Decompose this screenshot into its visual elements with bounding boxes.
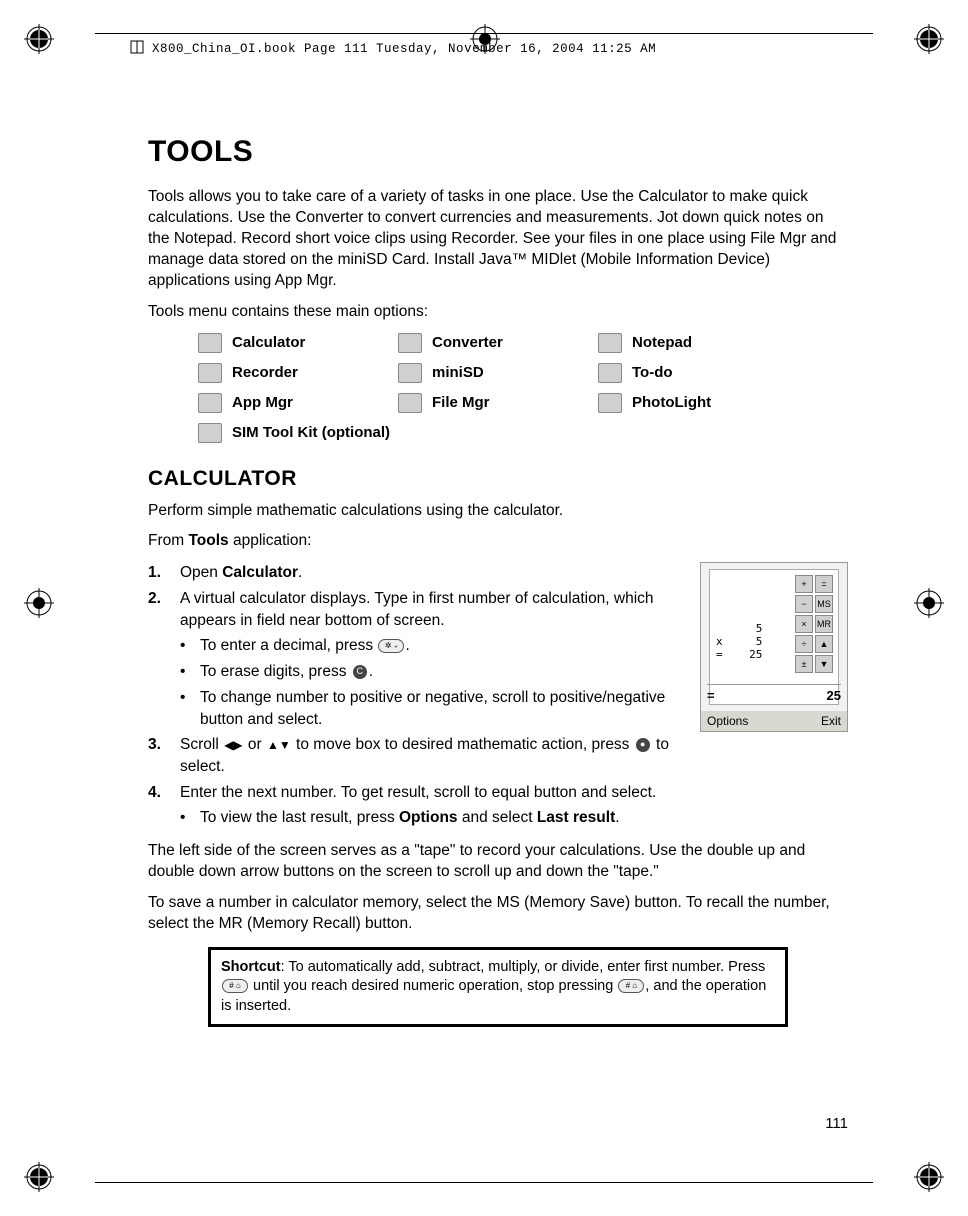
filemgr-icon (398, 393, 422, 413)
calc-key: ▲ (815, 635, 833, 653)
hash-key-icon: # ⌂ (618, 979, 644, 993)
left-right-arrows-icon: ◀▶ (224, 737, 242, 754)
appmgr-icon (198, 393, 222, 413)
tool-label: Notepad (632, 334, 692, 351)
page-title: TOOLS (148, 135, 848, 169)
minisd-icon (398, 363, 422, 383)
header-rule (95, 33, 873, 34)
photolight-icon (598, 393, 622, 413)
recorder-icon (198, 363, 222, 383)
crop-mark-icon (24, 24, 54, 54)
calc-key: ± (795, 655, 813, 673)
calc-key: MS (815, 595, 833, 613)
calculator-icon (198, 333, 222, 353)
softkey-exit: Exit (821, 714, 841, 728)
tool-label: PhotoLight (632, 394, 711, 411)
calc-tape: 5 x 5 = 25 (716, 622, 762, 661)
tool-label: Converter (432, 334, 503, 351)
tool-label: To-do (632, 364, 673, 381)
calc-key: ▼ (815, 655, 833, 673)
step-1: Open Calculator. (180, 562, 302, 584)
crop-mark-icon (24, 588, 54, 618)
memory-paragraph: To save a number in calculator memory, s… (148, 893, 848, 935)
intro-paragraph: Tools allows you to take care of a varie… (148, 187, 848, 292)
hash-key-icon: # ⌂ (222, 979, 248, 993)
calc-key: = (815, 575, 833, 593)
calc-key: × (795, 615, 813, 633)
menu-intro: Tools menu contains these main options: (148, 302, 848, 323)
calc-key: MR (815, 615, 833, 633)
calc-result: = 25 (707, 684, 841, 703)
center-key-icon: ● (636, 738, 650, 752)
tape-paragraph: The left side of the screen serves as a … (148, 841, 848, 883)
calc-keypad: + = − MS × MR ÷ ▲ ± ▼ (795, 575, 833, 673)
step-4: Enter the next number. To get result, sc… (180, 782, 656, 804)
softkey-options: Options (707, 714, 748, 728)
calc-key: ÷ (795, 635, 813, 653)
tool-label: File Mgr (432, 394, 490, 411)
step-2: A virtual calculator displays. Type in f… (180, 588, 688, 631)
crop-mark-icon (914, 24, 944, 54)
calculator-screenshot: + = − MS × MR ÷ ▲ ± ▼ 5 x 5 = 25 (700, 562, 848, 732)
bullet-decimal: To enter a decimal, press ✲ ₊. (200, 635, 410, 657)
footer-rule (95, 1182, 873, 1183)
c-key-icon: C (353, 665, 367, 679)
bullet-erase: To erase digits, press C. (200, 661, 373, 683)
crop-mark-icon (914, 1162, 944, 1192)
bullet-posneg: To change number to positive or negative… (200, 687, 688, 730)
tool-label: App Mgr (232, 394, 293, 411)
todo-icon (598, 363, 622, 383)
from-line: From Tools application: (148, 531, 848, 552)
star-key-icon: ✲ ₊ (378, 639, 404, 653)
header-filename: X800_China_OI.book Page 111 Tuesday, Nov… (130, 40, 656, 56)
converter-icon (398, 333, 422, 353)
bullet-lastresult: To view the last result, press Options a… (200, 807, 620, 829)
tool-label: Recorder (232, 364, 298, 381)
tool-label: SIM Tool Kit (optional) (232, 424, 390, 441)
shortcut-box: Shortcut: To automatically add, subtract… (208, 947, 788, 1028)
calc-key: − (795, 595, 813, 613)
crop-mark-icon (914, 588, 944, 618)
page-number: 111 (825, 1115, 848, 1132)
book-icon (130, 40, 144, 54)
calc-key: + (795, 575, 813, 593)
up-down-arrows-icon: ▲▼ (267, 737, 291, 754)
section-title: CALCULATOR (148, 467, 848, 491)
tool-label: Calculator (232, 334, 305, 351)
tool-label: miniSD (432, 364, 484, 381)
crop-mark-icon (24, 1162, 54, 1192)
tools-grid: Calculator Converter Notepad Recorder mi… (198, 333, 848, 443)
step-3: Scroll ◀▶ or ▲▼ to move box to desired m… (180, 734, 688, 777)
calc-intro: Perform simple mathematic calculations u… (148, 501, 848, 522)
notepad-icon (598, 333, 622, 353)
simtoolkit-icon (198, 423, 222, 443)
